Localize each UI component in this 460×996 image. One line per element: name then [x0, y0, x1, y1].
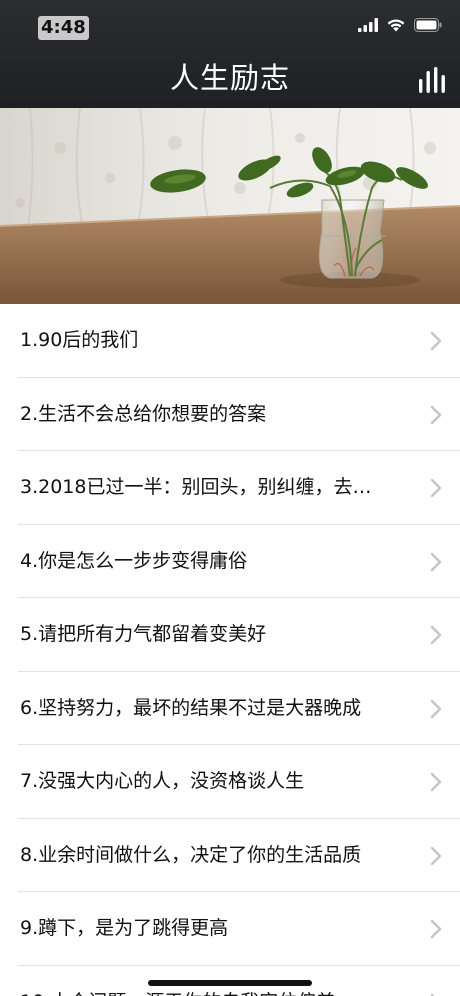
chevron-right-icon: [430, 552, 442, 571]
list-item[interactable]: 5.请把所有力气都留着变美好: [0, 598, 460, 672]
chevron-right-icon: [430, 919, 442, 939]
navigation-bar: 4:48 人生励志: [0, 0, 460, 108]
list-item-title: 8.业余时间做什么，决定了你的生活品质: [20, 843, 362, 866]
bar-chart-icon: [419, 67, 445, 93]
list-item-title: 3.2018已过一半：别回头，别纠缠，去…: [20, 476, 372, 498]
chevron-right-icon: [430, 331, 442, 351]
list-item[interactable]: 4.你是怎么一步步变得庸俗: [0, 525, 460, 599]
list-item[interactable]: 9.蹲下，是为了跳得更高: [0, 892, 460, 966]
hero-banner-image: [0, 108, 460, 304]
chevron-right-icon: [430, 772, 442, 792]
chevron-right-icon: [430, 699, 442, 718]
list-item-title: 5.请把所有力气都留着变美好: [20, 623, 267, 645]
bar-chart-menu-button[interactable]: [412, 60, 452, 100]
list-item-title: 4.你是怎么一步步变得庸俗: [20, 549, 248, 572]
article-list: 1.90后的我们 2.生活不会总给你想要的答案 3.2018已过一半：别回头，别…: [0, 304, 460, 996]
status-time: 4:48: [38, 16, 89, 40]
chevron-right-icon: [430, 478, 442, 498]
wifi-icon: [387, 19, 405, 32]
chevron-right-icon: [430, 993, 436, 996]
list-item-title: 6.坚持努力，最坏的结果不过是大器晚成: [20, 696, 362, 719]
list-item-title: 1.90后的我们: [20, 329, 139, 351]
list-item[interactable]: 1.90后的我们: [0, 304, 460, 378]
home-indicator[interactable]: [148, 980, 312, 986]
list-item[interactable]: 6.坚持努力，最坏的结果不过是大器晚成: [0, 672, 460, 746]
status-icons: [358, 18, 442, 32]
list-item[interactable]: 7.没强大内心的人，没资格谈人生: [0, 745, 460, 819]
list-item[interactable]: 8.业余时间做什么，决定了你的生活品质: [0, 819, 460, 893]
signal-icon: [358, 18, 378, 32]
app-screen: 4:48 人生励志 1.90后的我们 2.生活不会总给你想要的答案 3.2018…: [0, 0, 460, 996]
page-title: 人生励志: [169, 61, 290, 95]
chevron-right-icon: [430, 846, 442, 865]
list-item[interactable]: 3.2018已过一半：别回头，别纠缠，去…: [0, 451, 460, 525]
list-item-title: 9.蹲下，是为了跳得更高: [20, 917, 229, 939]
chevron-right-icon: [430, 625, 442, 645]
battery-icon: [414, 18, 442, 32]
list-item[interactable]: 2.生活不会总给你想要的答案: [0, 378, 460, 452]
list-item-title: 2.生活不会总给你想要的答案: [20, 402, 267, 425]
chevron-right-icon: [430, 405, 442, 424]
plant-vase-photo: [0, 108, 460, 304]
list-item-title: 7.没强大内心的人，没资格谈人生: [20, 770, 305, 792]
